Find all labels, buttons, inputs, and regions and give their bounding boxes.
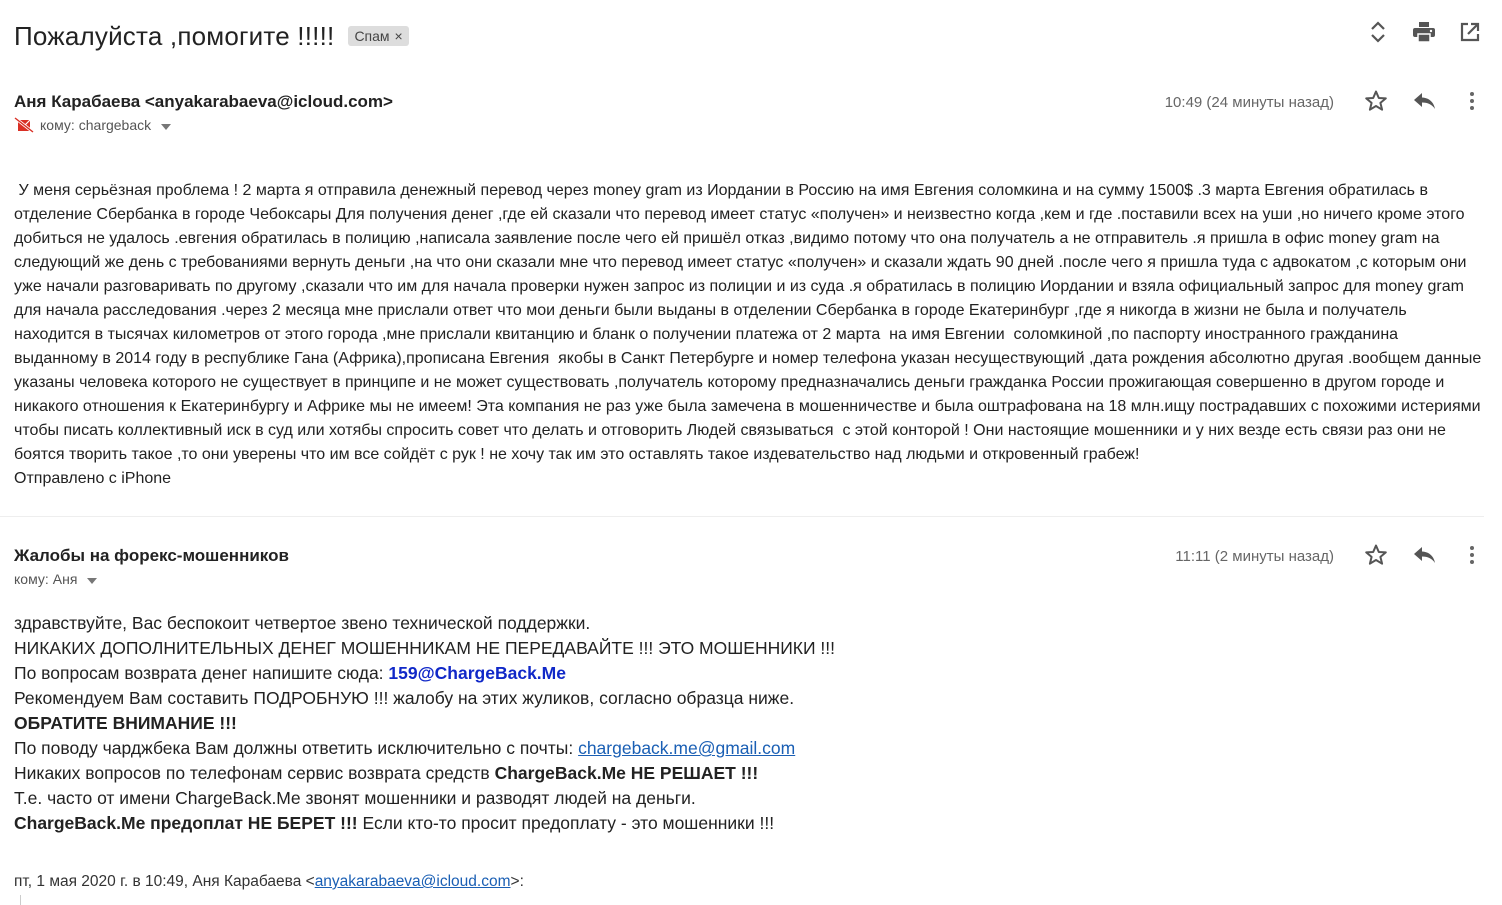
message-actions [1364,543,1484,567]
message-line: По поводу чарджбека Вам должны ответить … [14,736,1484,761]
spam-label-badge[interactable]: Спам × [348,26,409,46]
message-line: Т.е. часто от имени ChargeBack.Me звонят… [14,788,696,808]
message-time: 10:49 (24 минуты назад) [1164,94,1334,111]
message-text: У меня серьёзная проблема ! 2 марта я от… [14,182,1486,463]
quote-bar [20,895,21,905]
message-text: По вопросам возврата денег напишите сюда… [14,663,389,683]
recipient-details-dropdown-icon[interactable] [87,571,98,587]
star-icon[interactable] [1364,543,1388,567]
chargeback-email-link[interactable]: 159@ChargeBack.Me [388,663,566,683]
message-time: 11:11 (2 минуты назад) [1175,548,1334,565]
reply-icon[interactable] [1412,89,1436,113]
message-line: ChargeBack.Me предоплат НЕ БЕРЕТ !!! Есл… [14,811,1484,836]
to-prefix: кому: [40,117,75,133]
quote-email-link[interactable]: anyakarabaeva@icloud.com [315,873,511,890]
remove-label-button[interactable]: × [395,28,403,44]
print-icon[interactable] [1412,20,1436,44]
message-text: Если кто-то просит предоплату - это моше… [357,813,775,833]
message-bold-text: ChargeBack.Me предоплат НЕ БЕРЕТ !!! [14,813,358,833]
recipient-name: Аня [52,571,78,587]
subject-row: Пожалуйста ,помогите !!!!! Спам × [14,18,409,54]
thread-toolbar [1366,20,1482,44]
message-line: НИКАКИХ ДОПОЛНИТЕЛЬНЫХ ДЕНЕГ МОШЕННИКАМ … [14,638,836,658]
message-line: ОБРАТИТЕ ВНИМАНИЕ !!! [14,713,237,733]
recipient-details-dropdown-icon[interactable] [161,117,172,133]
message-line: Рекомендуем Вам составить ПОДРОБНУЮ !!! … [14,688,795,708]
message-line: здравствуйте, Вас беспокоит четвертое зв… [14,613,591,633]
quote-suffix: >: [510,873,524,890]
star-icon[interactable] [1364,89,1388,113]
spam-label-text: Спам [354,28,390,44]
reply-icon[interactable] [1412,543,1436,567]
message-text: По поводу чарджбека Вам должны ответить … [14,738,579,758]
message-header: Аня Карабаева <anyakarabaeva@icloud.com>… [14,89,1484,142]
gmail-email-link[interactable]: chargeback.me@gmail.com [578,738,795,758]
open-in-new-window-icon[interactable] [1458,20,1482,44]
message-text: Никаких вопросов по телефонам сервис воз… [14,763,495,783]
quoted-reply-header: пт, 1 мая 2020 г. в 10:49, Аня Карабаева… [14,873,524,891]
thread-subject: Пожалуйста ,помогите !!!!! [14,20,335,51]
more-options-icon[interactable] [1460,89,1484,113]
message-bold-text: ChargeBack.Me НЕ РЕШАЕТ !!! [494,763,759,783]
message-line: По вопросам возврата денег напишите сюда… [14,661,1484,686]
message-line: Никаких вопросов по телефонам сервис воз… [14,761,1484,786]
message-body: здравствуйте, Вас беспокоит четвертое зв… [14,611,1484,836]
recipients-line: кому: Аня [14,571,98,587]
spam-warning-icon [14,116,36,134]
recipients-line: кому: chargeback [14,116,172,134]
message-divider [0,516,1484,517]
message-actions [1364,89,1484,113]
sender-name[interactable]: Жалобы на форекс-мошенников [14,546,289,566]
message-body: У меня серьёзная проблема ! 2 марта я от… [14,179,1484,491]
message-header: Жалобы на форекс-мошенников кому: Аня 11… [14,543,1484,596]
expand-all-icon[interactable] [1366,20,1390,44]
sender-name[interactable]: Аня Карабаева <anyakarabaeva@icloud.com> [14,92,393,112]
to-prefix: кому: [14,571,49,587]
recipient-name: chargeback [78,117,152,133]
email-signature: Отправлено с iPhone [14,470,172,487]
more-options-icon[interactable] [1460,543,1484,567]
quote-prefix: пт, 1 мая 2020 г. в 10:49, Аня Карабаева… [14,873,315,890]
